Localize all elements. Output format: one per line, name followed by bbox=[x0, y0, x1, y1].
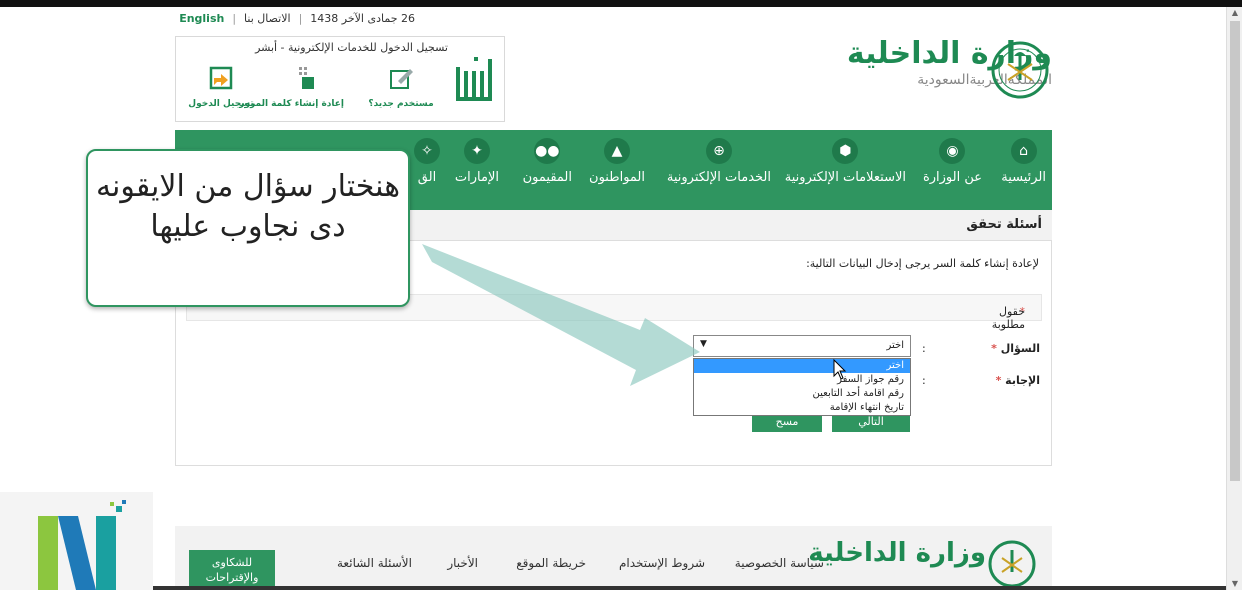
answer-label: الإجابة * bbox=[996, 374, 1040, 387]
vertical-scrollbar[interactable]: ▲ ▼ bbox=[1226, 7, 1242, 590]
question-label: السؤال * bbox=[991, 342, 1040, 355]
question-label-text: السؤال bbox=[1000, 342, 1040, 355]
partial-icon: ✧ bbox=[414, 138, 440, 164]
absher-title: تسجيل الدخول للخدمات الإلكترونية - أبشر bbox=[255, 41, 448, 54]
new-user-button[interactable]: مستخدم جديد؟ bbox=[364, 65, 438, 109]
panel-title: أسئلة تحقق bbox=[966, 217, 1042, 232]
nav-about[interactable]: ◉ عن الوزارة bbox=[923, 138, 982, 185]
divider: | bbox=[232, 12, 237, 25]
scroll-up-icon[interactable]: ▲ bbox=[1227, 7, 1242, 19]
home-icon: ⌂ bbox=[1010, 138, 1037, 164]
residents-icon: ●● bbox=[534, 138, 561, 164]
nav-label: الاستعلامات الإلكترونية bbox=[784, 170, 906, 185]
required-star: * bbox=[995, 374, 1002, 387]
contact-link[interactable]: الاتصال بنا bbox=[244, 12, 291, 25]
channel-logo-icon bbox=[38, 500, 126, 590]
nav-partial[interactable]: ✧ الق bbox=[414, 138, 440, 185]
nav-label: المواطنون bbox=[589, 170, 645, 185]
citizen-icon: ▲ bbox=[604, 138, 631, 164]
watermark-logo-panel bbox=[0, 492, 153, 590]
footer-link-sitemap[interactable]: خريطة الموقع bbox=[516, 556, 586, 570]
callout-text: هنختار سؤال من الايقونه دى نجاوب عليها bbox=[95, 169, 401, 244]
saudi-emblem-icon bbox=[991, 41, 1049, 99]
utility-bar: 26 جمادى الآخر 1438 | الاتصال بنا | Engl… bbox=[175, 12, 415, 25]
emirates-icon: ✦ bbox=[463, 138, 490, 164]
instruction-callout: هنختار سؤال من الايقونه دى نجاوب عليها bbox=[86, 149, 410, 307]
login-button[interactable]: تسجيل الدخول bbox=[184, 65, 258, 109]
scroll-down-icon[interactable]: ▼ bbox=[1227, 578, 1242, 590]
reset-password-button[interactable]: إعادة إنشاء كلمة المرور bbox=[239, 65, 344, 109]
nav-label: عن الوزارة bbox=[922, 170, 982, 185]
footer-ministry-name: وزارة الداخلية bbox=[808, 538, 986, 568]
chevron-down-icon[interactable]: ▼ bbox=[700, 339, 707, 349]
nav-inquiries[interactable]: ⬢ الاستعلامات الإلكترونية bbox=[785, 138, 906, 185]
login-label: تسجيل الدخول bbox=[188, 99, 254, 109]
option-dependent-iqama[interactable]: رقم اقامة أحد التابعين bbox=[694, 387, 910, 401]
inquiry-icon: ⬢ bbox=[832, 138, 859, 164]
answer-label-text: الإجابة bbox=[1005, 374, 1040, 387]
question-options-list: اختر رقم جواز السفر رقم اقامة أحد التابع… bbox=[693, 358, 911, 416]
nav-home[interactable]: ⌂ الرئيسية bbox=[1001, 138, 1046, 185]
option-passport-number[interactable]: رقم جواز السفر bbox=[694, 373, 910, 387]
nav-citizens[interactable]: ▲ المواطنون bbox=[589, 138, 645, 185]
nav-label: الإمارات bbox=[454, 170, 499, 185]
absher-logo-icon bbox=[456, 57, 492, 101]
ministry-icon: ◉ bbox=[939, 138, 966, 164]
scrollbar-thumb[interactable] bbox=[1230, 21, 1240, 481]
intro-text: لإعادة إنشاء كلمة السر يرجى إدخال البيان… bbox=[806, 257, 1039, 270]
nav-label: الرئيسية bbox=[1001, 170, 1046, 185]
required-note-text: حقول مطلوبة bbox=[991, 305, 1025, 331]
question-colon: : bbox=[922, 342, 926, 355]
select-value: اختر bbox=[886, 340, 905, 351]
keypad-icon bbox=[299, 67, 314, 89]
english-link[interactable]: English bbox=[179, 12, 224, 25]
login-arrow-icon bbox=[209, 66, 233, 90]
divider: | bbox=[298, 12, 303, 25]
globe-icon: ⊕ bbox=[705, 138, 732, 164]
footer-link-news[interactable]: الأخبار bbox=[447, 556, 478, 570]
option-iqama-expiry[interactable]: تاريخ انتهاء الإقامة bbox=[694, 401, 910, 415]
date-label: 26 جمادى الآخر 1438 bbox=[310, 12, 415, 25]
footer: للشكاوى والإقتراحات سياسة الخصوصية شروط … bbox=[175, 526, 1052, 590]
nav-label: الخدمات الإلكترونية bbox=[666, 170, 771, 185]
complaints-button[interactable]: للشكاوى والإقتراحات bbox=[189, 550, 275, 590]
nav-eservices[interactable]: ⊕ الخدمات الإلكترونية bbox=[667, 138, 771, 185]
footer-link-faq[interactable]: الأسئلة الشائعة bbox=[337, 556, 412, 570]
option-choose[interactable]: اختر bbox=[694, 359, 910, 373]
answer-colon: : bbox=[922, 374, 926, 387]
nav-label: المقيمون bbox=[522, 170, 572, 185]
footer-link-terms[interactable]: شروط الإستخدام bbox=[619, 556, 705, 570]
absher-login-box: تسجيل الدخول للخدمات الإلكترونية - أبشر … bbox=[175, 36, 505, 122]
browser-top-edge bbox=[0, 0, 1242, 7]
video-progress-strip bbox=[153, 586, 1226, 590]
reset-password-label: إعادة إنشاء كلمة المرور bbox=[239, 99, 344, 109]
required-star: * bbox=[991, 342, 997, 355]
new-user-label: مستخدم جديد؟ bbox=[368, 99, 434, 109]
footer-emblem-icon bbox=[988, 540, 1036, 588]
nav-label: الق bbox=[417, 170, 437, 185]
edit-icon bbox=[390, 69, 413, 89]
nav-residents[interactable]: ●● المقيمون bbox=[523, 138, 572, 185]
security-question-select[interactable]: اختر ▼ bbox=[693, 335, 911, 357]
nav-emirates[interactable]: ✦ الإمارات bbox=[455, 138, 499, 185]
